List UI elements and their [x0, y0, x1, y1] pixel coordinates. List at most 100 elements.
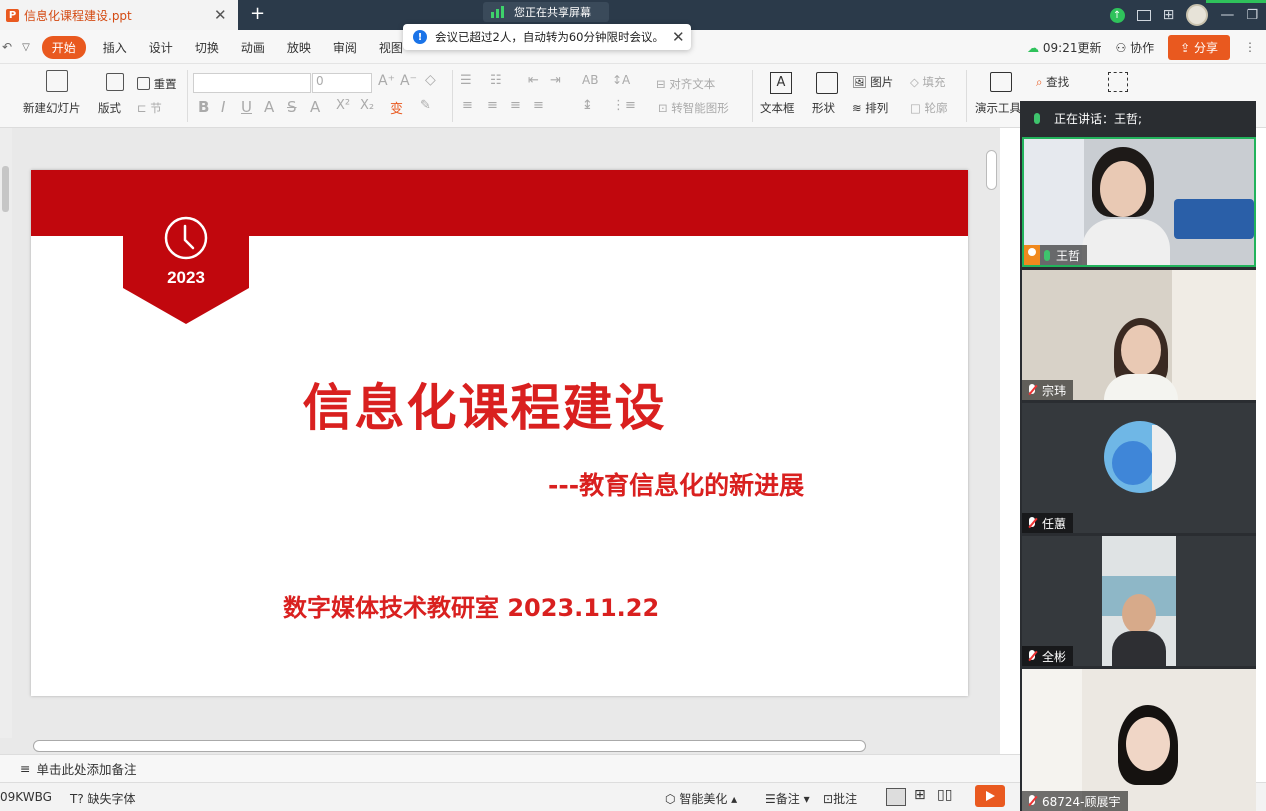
highlight-icon[interactable]: ✎	[420, 98, 431, 113]
slide-subtitle[interactable]: ---教育信息化的新进展	[548, 466, 804, 502]
font-name-field[interactable]	[193, 73, 311, 93]
participant-tile[interactable]: 全彬	[1022, 536, 1256, 666]
superscript-icon[interactable]: X²	[336, 98, 350, 113]
grow-font-icon[interactable]: A⁺	[378, 73, 395, 89]
layout-button[interactable]: 版式	[98, 100, 121, 116]
outline-button[interactable]: □ 轮廓	[910, 100, 948, 116]
collaborate-button[interactable]: ⚇ 协作	[1115, 39, 1154, 56]
undo-icon[interactable]: ↶	[0, 40, 16, 54]
picture-button[interactable]: 🖼 图片	[852, 74, 893, 90]
tab-insert[interactable]: 插入	[92, 39, 138, 56]
participant-tile[interactable]: 宗玮	[1022, 270, 1256, 400]
participant-name: 王哲	[1056, 248, 1081, 263]
align-right-icon[interactable]: ≡	[510, 98, 521, 113]
arrange-button[interactable]: ≋ 排列	[852, 100, 888, 116]
shrink-font-icon[interactable]: A⁻	[400, 73, 417, 89]
tab-home[interactable]: 开始	[41, 35, 86, 59]
close-tab-icon[interactable]: ✕	[214, 6, 227, 24]
underline-icon[interactable]: U	[241, 98, 252, 116]
slide-canvas[interactable]: 2023 信息化课程建设 ---教育信息化的新进展 数字媒体技术教研室 2023…	[31, 170, 968, 696]
presenter-tools-button[interactable]: 演示工具	[975, 100, 1021, 116]
tab-design[interactable]: 设计	[138, 39, 184, 56]
text-shadow-icon[interactable]: A	[264, 98, 274, 116]
restore-icon[interactable]: ❐	[1246, 8, 1258, 23]
strikethrough-icon[interactable]: S	[287, 98, 297, 116]
fill-button[interactable]: ◇ 填充	[910, 74, 946, 90]
textbox-button[interactable]: 文本框	[760, 100, 795, 116]
slide-sorter-icon[interactable]: ⊞	[914, 787, 926, 803]
subscript-icon[interactable]: X₂	[360, 98, 374, 113]
smart-shape-button[interactable]: ⊡ 转智能图形	[658, 100, 729, 116]
play-slideshow-button[interactable]	[975, 785, 1005, 807]
new-slide-button[interactable]: 新建幻灯片	[23, 100, 81, 116]
tab-animations[interactable]: 动画	[230, 39, 276, 56]
italic-icon[interactable]: I	[221, 98, 225, 116]
fill-label: 填充	[922, 75, 946, 89]
quick-access-dropdown-icon[interactable]: ▽	[16, 42, 36, 53]
layout-icon[interactable]	[1136, 9, 1151, 21]
font-color-icon[interactable]: A	[310, 98, 320, 116]
new-tab-icon[interactable]: +	[250, 3, 265, 24]
mic-muted-icon	[1027, 384, 1037, 396]
upgrade-icon[interactable]: ↑	[1109, 7, 1125, 23]
phonetic-icon[interactable]: 变	[390, 98, 403, 117]
clear-format-icon[interactable]: ◇	[425, 72, 436, 88]
document-tab[interactable]: P 信息化课程建设.ppt ✕	[0, 0, 238, 30]
align-text-button[interactable]: ⊟ 对齐文本	[656, 76, 715, 92]
grid-icon[interactable]: ⊞	[1163, 7, 1175, 23]
tab-transitions[interactable]: 切换	[184, 39, 230, 56]
numbered-list-icon[interactable]: ☷	[490, 73, 502, 88]
notes-placeholder[interactable]: 单击此处添加备注	[36, 759, 136, 778]
font-size-field[interactable]: 0	[312, 73, 372, 93]
comments-button[interactable]: ⊡批注	[823, 790, 857, 807]
line-spacing-icon[interactable]: ↨	[582, 98, 593, 113]
reading-view-icon[interactable]: ▯▯	[937, 787, 952, 803]
increase-indent-icon[interactable]: ⇥	[550, 73, 561, 88]
shape-button[interactable]: 形状	[812, 100, 835, 116]
justify-icon[interactable]: ≡	[533, 98, 544, 113]
layout-icon[interactable]	[106, 73, 124, 91]
more-options-icon[interactable]: ⋮	[1244, 40, 1256, 54]
shape-icon[interactable]	[816, 72, 838, 94]
user-avatar[interactable]	[1186, 4, 1209, 26]
notes-toggle-button[interactable]: ☰备注 ▾	[765, 790, 810, 807]
select-icon[interactable]	[1108, 72, 1128, 92]
left-scrollbar[interactable]	[0, 128, 12, 738]
toast-close-icon[interactable]: ✕	[672, 28, 685, 46]
screen-share-indicator[interactable]: 您正在共享屏幕	[483, 2, 609, 22]
presenter-tools-icon[interactable]	[990, 72, 1012, 92]
sort-icon[interactable]: ↕A	[612, 73, 630, 87]
slide-title[interactable]: 信息化课程建设	[31, 368, 968, 440]
reset-icon	[137, 77, 150, 90]
tab-review[interactable]: 审阅	[322, 39, 368, 56]
info-icon: !	[413, 30, 427, 44]
cloud-sync-status[interactable]: ☁ 09:21更新	[1027, 39, 1101, 56]
slide-footer[interactable]: 数字媒体技术教研室 2023.11.22	[283, 588, 659, 623]
new-slide-icon[interactable]	[46, 70, 68, 92]
bullet-list-icon[interactable]: ☰	[460, 73, 472, 88]
reset-button[interactable]: 重置	[137, 76, 177, 92]
find-button[interactable]: ⌕ 查找	[1036, 74, 1069, 90]
participant-tile[interactable]: 王哲	[1022, 137, 1256, 267]
left-scrollbar-thumb[interactable]	[2, 166, 9, 212]
missing-font-button[interactable]: T? 缺失字体	[70, 790, 136, 807]
text-direction-icon[interactable]: AB	[582, 73, 598, 87]
participant-tile[interactable]: 68724-顾展宇	[1022, 669, 1256, 811]
tab-slideshow[interactable]: 放映	[276, 39, 322, 56]
share-button[interactable]: ⇪ 分享	[1168, 34, 1230, 60]
portrait-video	[1102, 536, 1176, 666]
bold-icon[interactable]: B	[198, 98, 209, 116]
minimize-icon[interactable]: —	[1220, 7, 1234, 23]
section-button[interactable]: ⊏ 节	[137, 100, 162, 116]
participant-tile[interactable]: 任蕙	[1022, 403, 1256, 533]
columns-icon[interactable]: ⋮≡	[612, 98, 636, 113]
horizontal-scrollbar[interactable]	[33, 740, 866, 752]
smart-beautify-button[interactable]: ⬡ 智能美化 ▴	[665, 790, 737, 807]
notes-bar[interactable]: ≡ 单击此处添加备注	[0, 754, 1020, 782]
textbox-icon[interactable]: A	[770, 72, 792, 94]
align-left-icon[interactable]: ≡	[462, 98, 473, 113]
decrease-indent-icon[interactable]: ⇤	[528, 73, 539, 88]
normal-view-icon[interactable]	[886, 788, 906, 806]
vertical-scrollbar-thumb[interactable]	[986, 150, 997, 190]
align-center-icon[interactable]: ≡	[487, 98, 498, 113]
